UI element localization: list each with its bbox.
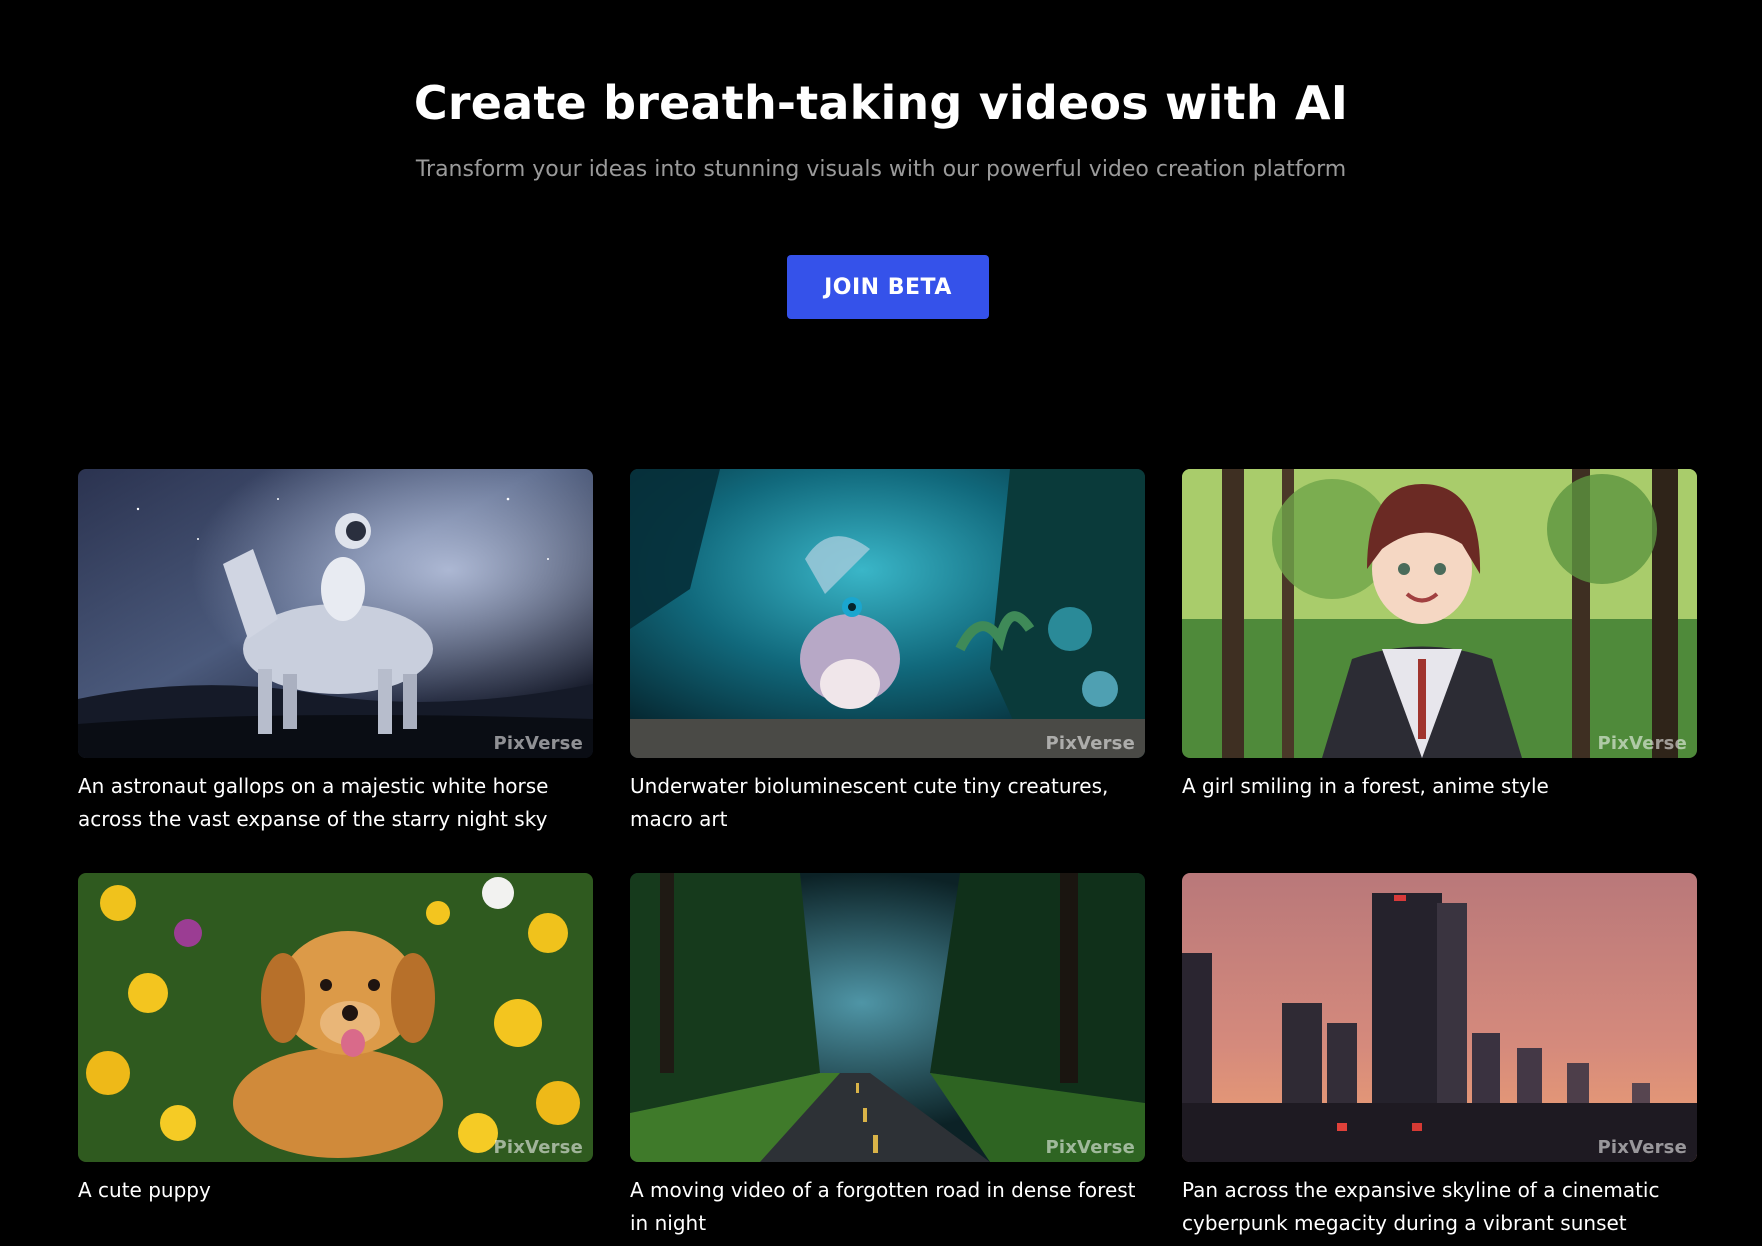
video-caption: An astronaut gallops on a majestic white… xyxy=(78,774,549,831)
forest-road-image xyxy=(630,873,1145,1162)
puppy-image xyxy=(78,873,593,1162)
video-card[interactable]: PixVerse Underwater bioluminescent cute … xyxy=(630,469,1145,873)
video-thumbnail[interactable]: PixVerse xyxy=(78,873,593,1162)
video-card[interactable]: PixVerse A girl smiling in a forest, ani… xyxy=(1182,469,1697,873)
watermark: PixVerse xyxy=(1597,1137,1687,1158)
watermark: PixVerse xyxy=(1597,733,1687,754)
video-card[interactable]: PixVerse An astronaut gallops on a majes… xyxy=(78,469,593,873)
video-thumbnail[interactable]: PixVerse xyxy=(630,873,1145,1162)
video-caption: A moving video of a forgotten road in de… xyxy=(630,1178,1136,1235)
anime-girl-forest-image xyxy=(1182,469,1697,758)
video-thumbnail[interactable]: PixVerse xyxy=(78,469,593,758)
page-subtitle: Transform your ideas into stunning visua… xyxy=(415,157,1347,182)
video-card[interactable]: PixVerse A cute puppy xyxy=(78,873,593,1246)
cyberpunk-city-image xyxy=(1182,873,1697,1162)
video-thumbnail[interactable]: PixVerse xyxy=(1182,873,1697,1162)
watermark: PixVerse xyxy=(1045,733,1135,754)
video-caption: Underwater bioluminescent cute tiny crea… xyxy=(630,774,1109,831)
video-caption: A girl smiling in a forest, anime style xyxy=(1182,774,1549,798)
join-beta-button[interactable]: JOIN BETA xyxy=(787,255,989,319)
video-gallery: PixVerse An astronaut gallops on a majes… xyxy=(78,469,1698,1246)
astronaut-horse-image xyxy=(78,469,593,758)
video-card[interactable]: PixVerse Pan across the expansive skylin… xyxy=(1182,873,1697,1246)
watermark: PixVerse xyxy=(1045,1137,1135,1158)
video-caption: Pan across the expansive skyline of a ci… xyxy=(1182,1178,1660,1235)
page-title: Create breath-taking videos with AI xyxy=(413,76,1349,130)
watermark: PixVerse xyxy=(493,733,583,754)
video-card[interactable]: PixVerse A moving video of a forgotten r… xyxy=(630,873,1145,1246)
video-thumbnail[interactable]: PixVerse xyxy=(1182,469,1697,758)
underwater-creature-image xyxy=(630,469,1145,758)
watermark: PixVerse xyxy=(493,1137,583,1158)
video-caption: A cute puppy xyxy=(78,1178,211,1202)
video-thumbnail[interactable]: PixVerse xyxy=(630,469,1145,758)
